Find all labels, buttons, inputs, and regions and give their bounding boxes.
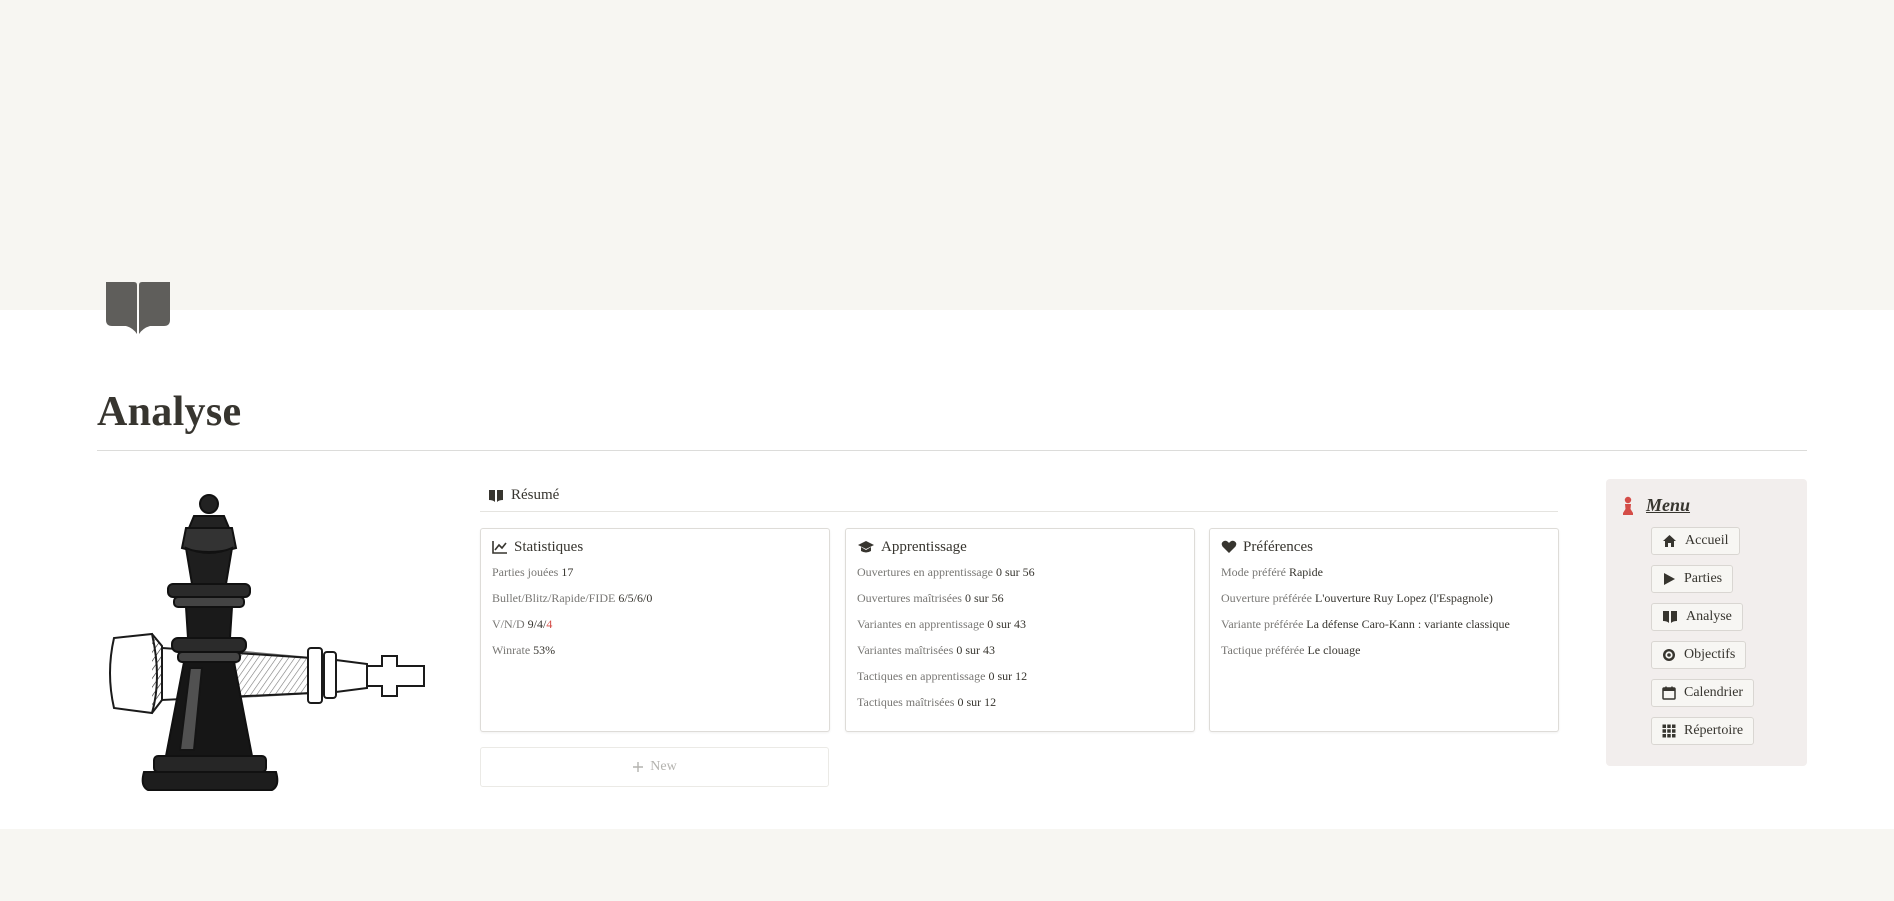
learning-row: Tactiques maîtrisées 0 sur 12 xyxy=(857,695,997,709)
preferences-row: Tactique préférée Le clouage xyxy=(1221,643,1361,657)
calendar-icon xyxy=(1662,686,1676,700)
menu-item-calendrier[interactable]: Calendrier xyxy=(1651,679,1755,707)
book-open-icon xyxy=(1662,610,1678,624)
new-card-label: New xyxy=(650,759,677,774)
page-title: Analyse xyxy=(97,389,242,435)
graduation-cap-icon xyxy=(857,540,875,554)
page-cover xyxy=(0,0,1894,310)
book-open-icon xyxy=(488,489,504,503)
learning-card[interactable]: Apprentissage Ouvertures en apprentissag… xyxy=(845,528,1195,732)
learning-card-title: Apprentissage xyxy=(881,538,967,555)
title-divider xyxy=(97,450,1807,451)
learning-row: Variantes maîtrisées 0 sur 43 xyxy=(857,643,995,657)
stats-row: Parties jouées 17 xyxy=(492,565,574,579)
plus-icon xyxy=(632,761,644,773)
preferences-card[interactable]: Préférences Mode préféré Rapide Ouvertur… xyxy=(1209,528,1559,732)
stats-card-title: Statistiques xyxy=(514,538,584,555)
menu-item-label: Répertoire xyxy=(1684,723,1744,738)
new-card-button[interactable]: New xyxy=(480,747,829,787)
menu-title: Menu xyxy=(1646,495,1691,515)
learning-row: Ouvertures maîtrisées 0 sur 56 xyxy=(857,591,1004,605)
summary-view-label: Résumé xyxy=(511,487,560,503)
menu-item-label: Parties xyxy=(1684,571,1723,586)
target-icon xyxy=(1662,648,1676,662)
menu-item-repertoire[interactable]: Répertoire xyxy=(1651,717,1755,745)
menu-item-label: Accueil xyxy=(1685,533,1729,548)
menu-panel: Menu Accueil Parties Analyse Objectifs C… xyxy=(1606,479,1807,766)
menu-item-label: Objectifs xyxy=(1684,647,1736,662)
menu-item-accueil[interactable]: Accueil xyxy=(1651,527,1740,555)
pawn-icon xyxy=(1620,496,1636,516)
home-icon xyxy=(1662,534,1677,548)
page-footer-band xyxy=(0,829,1894,901)
preferences-row: Variante préférée La défense Caro-Kann :… xyxy=(1221,617,1510,631)
menu-item-parties[interactable]: Parties xyxy=(1651,565,1734,593)
learning-row: Tactiques en apprentissage 0 sur 12 xyxy=(857,669,1028,683)
menu-item-label: Analyse xyxy=(1686,609,1732,624)
chart-line-icon xyxy=(492,540,508,554)
book-open-icon[interactable] xyxy=(104,280,172,336)
menu-item-label: Calendrier xyxy=(1684,685,1744,700)
summary-view-tab[interactable]: Résumé xyxy=(480,480,1558,512)
stats-card[interactable]: Statistiques Parties jouées 17 Bullet/Bl… xyxy=(480,528,830,732)
preferences-row: Ouverture préférée L'ouverture Ruy Lopez… xyxy=(1221,591,1493,605)
menu-item-analyse[interactable]: Analyse xyxy=(1651,603,1743,631)
grid-icon xyxy=(1662,724,1676,738)
play-icon xyxy=(1662,572,1676,586)
chess-pieces-illustration xyxy=(102,488,432,798)
stats-row: Winrate 53% xyxy=(492,643,556,657)
stats-row: Bullet/Blitz/Rapide/FIDE 6/5/6/0 xyxy=(492,591,653,605)
heart-icon xyxy=(1221,540,1237,554)
learning-row: Ouvertures en apprentissage 0 sur 56 xyxy=(857,565,1035,579)
learning-row: Variantes en apprentissage 0 sur 43 xyxy=(857,617,1026,631)
menu-item-objectifs[interactable]: Objectifs xyxy=(1651,641,1747,669)
preferences-row: Mode préféré Rapide xyxy=(1221,565,1323,579)
stats-row: V/N/D 9/4/4 xyxy=(492,617,553,631)
preferences-card-title: Préférences xyxy=(1243,538,1313,555)
